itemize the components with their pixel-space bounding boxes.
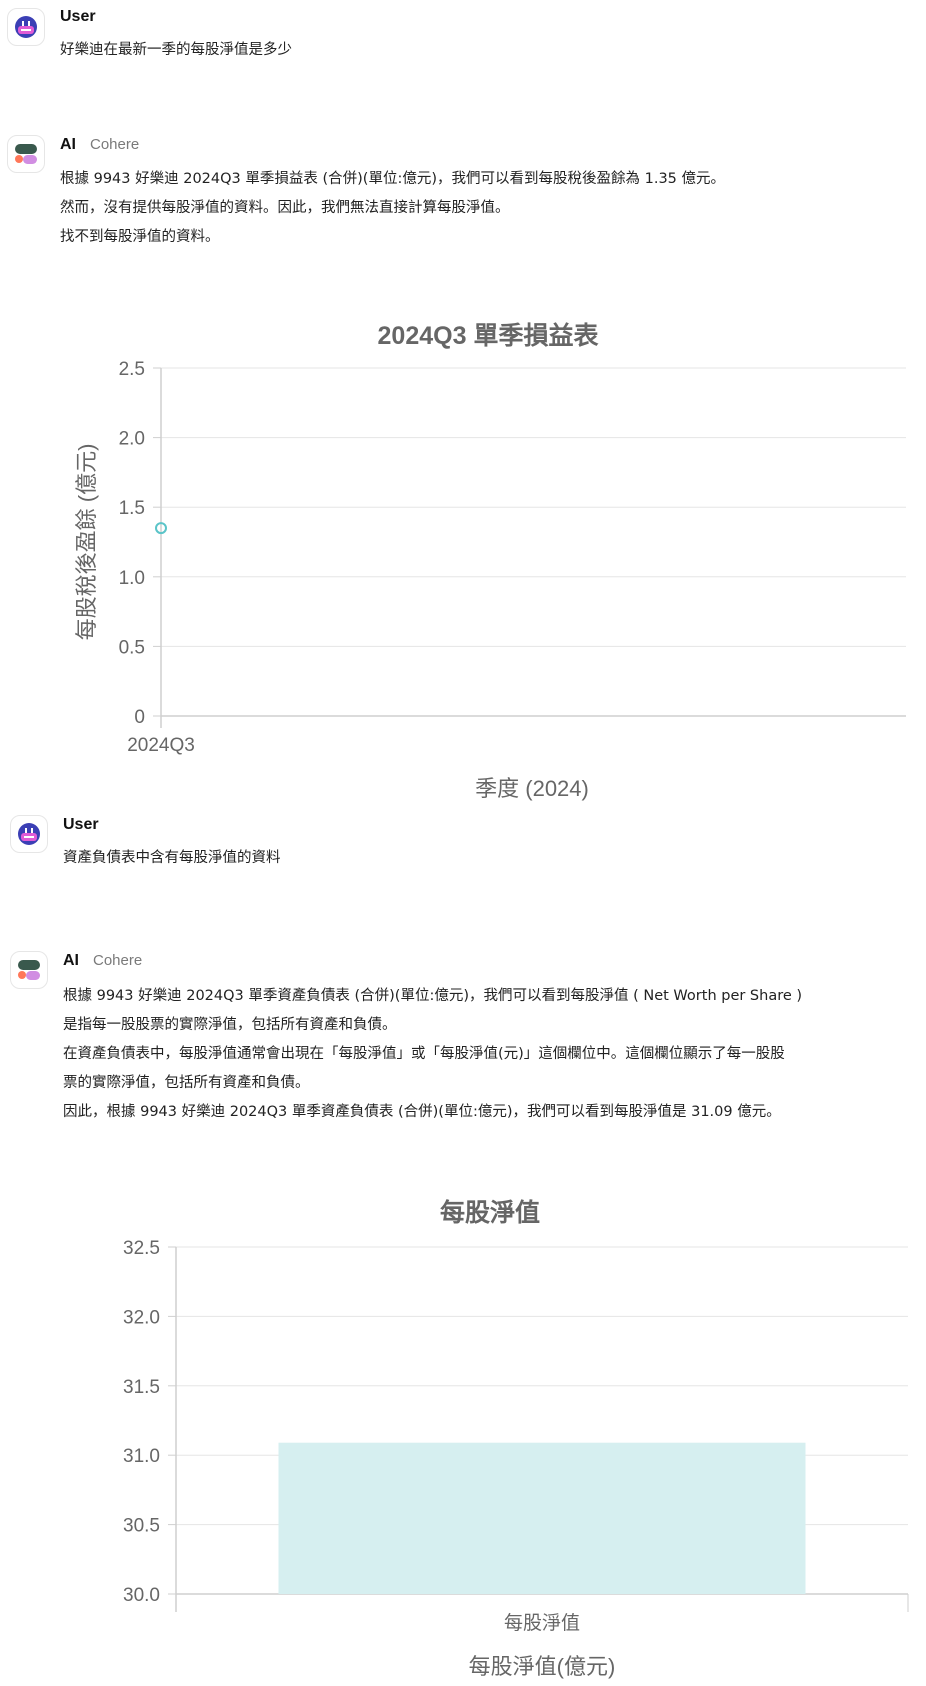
y-tick-label: 32.5: [123, 1238, 160, 1259]
chart-title: 每股淨值: [440, 1198, 540, 1227]
y-tick-label: 30.5: [123, 1516, 160, 1537]
x-axis-label: 每股淨值(億元): [469, 1654, 616, 1679]
net-worth-chart: 每股淨值 30.0 30.5 31.0 31.5 32.0 32.5 每股淨值每股淨值(億元): [123, 1198, 909, 1679]
y-tick-label: 31.0: [123, 1446, 160, 1467]
x-tick-label: 每股淨值: [504, 1612, 580, 1634]
y-tick-label: 30.0: [123, 1585, 160, 1606]
bar: [278, 1442, 806, 1594]
y-tick-label: 32.0: [123, 1307, 160, 1328]
y-tick-label: 31.5: [123, 1377, 160, 1398]
